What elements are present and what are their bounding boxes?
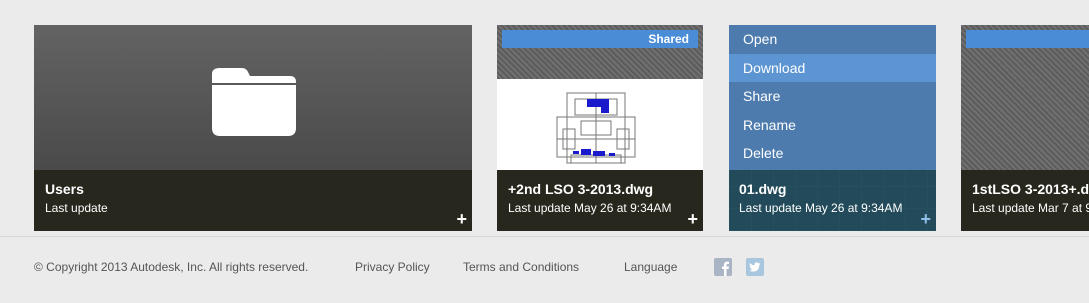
language-link[interactable]: Language xyxy=(624,260,677,274)
file-tile-2nd-lso[interactable]: Shared +2nd LSO 3-2013.dwg Last update M… xyxy=(497,25,703,231)
tile-info: Users Last update xyxy=(34,170,472,231)
folder-preview xyxy=(34,25,472,170)
tile-info: 01.dwg Last update May 26 at 9:34AM xyxy=(729,170,936,231)
file-tile-1stlso[interactable]: 1stLSO 3-2013+.dwg Last update Mar 7 at … xyxy=(961,25,1089,231)
menu-item-delete[interactable]: Delete xyxy=(729,139,936,168)
tile-info: 1stLSO 3-2013+.dwg Last update Mar 7 at … xyxy=(961,170,1089,231)
plus-icon[interactable]: + xyxy=(920,210,931,228)
tile-last-update: Last update Mar 7 at 9:34AM xyxy=(972,201,1089,215)
floor-plan-icon xyxy=(556,92,636,164)
context-menu: Open Download Share Rename Delete xyxy=(729,25,936,170)
tile-info: +2nd LSO 3-2013.dwg Last update May 26 a… xyxy=(497,170,703,231)
terms-link[interactable]: Terms and Conditions xyxy=(463,260,579,274)
tile-name: 01.dwg xyxy=(739,181,787,197)
shared-badge: Shared xyxy=(502,30,698,48)
plus-icon[interactable]: + xyxy=(456,210,467,228)
plus-icon[interactable]: + xyxy=(687,210,698,228)
tile-name: Users xyxy=(45,181,84,197)
menu-item-download[interactable]: Download xyxy=(729,53,936,83)
tile-last-update: Last update May 26 at 9:34AM xyxy=(739,201,903,215)
file-tile-01[interactable]: Open Download Share Rename Delete 01.dwg… xyxy=(729,25,936,231)
facebook-icon[interactable] xyxy=(714,258,732,276)
shared-bar xyxy=(966,30,1089,48)
copyright-text: © Copyright 2013 Autodesk, Inc. All righ… xyxy=(34,260,309,274)
tile-name: +2nd LSO 3-2013.dwg xyxy=(508,181,654,197)
tile-last-update: Last update xyxy=(45,201,108,215)
menu-item-open[interactable]: Open xyxy=(729,25,936,54)
menu-item-rename[interactable]: Rename xyxy=(729,111,936,140)
tile-name: 1stLSO 3-2013+.dwg xyxy=(972,181,1089,197)
folder-icon xyxy=(212,68,296,136)
privacy-policy-link[interactable]: Privacy Policy xyxy=(355,260,430,274)
footer-divider xyxy=(0,236,1089,237)
folder-tile-users[interactable]: Users Last update + xyxy=(34,25,472,231)
footer: © Copyright 2013 Autodesk, Inc. All righ… xyxy=(0,258,1089,278)
drawing-thumbnail xyxy=(497,79,703,170)
menu-item-share[interactable]: Share xyxy=(729,82,936,111)
twitter-icon[interactable] xyxy=(746,258,764,276)
tile-last-update: Last update May 26 at 9:34AM xyxy=(508,201,672,215)
